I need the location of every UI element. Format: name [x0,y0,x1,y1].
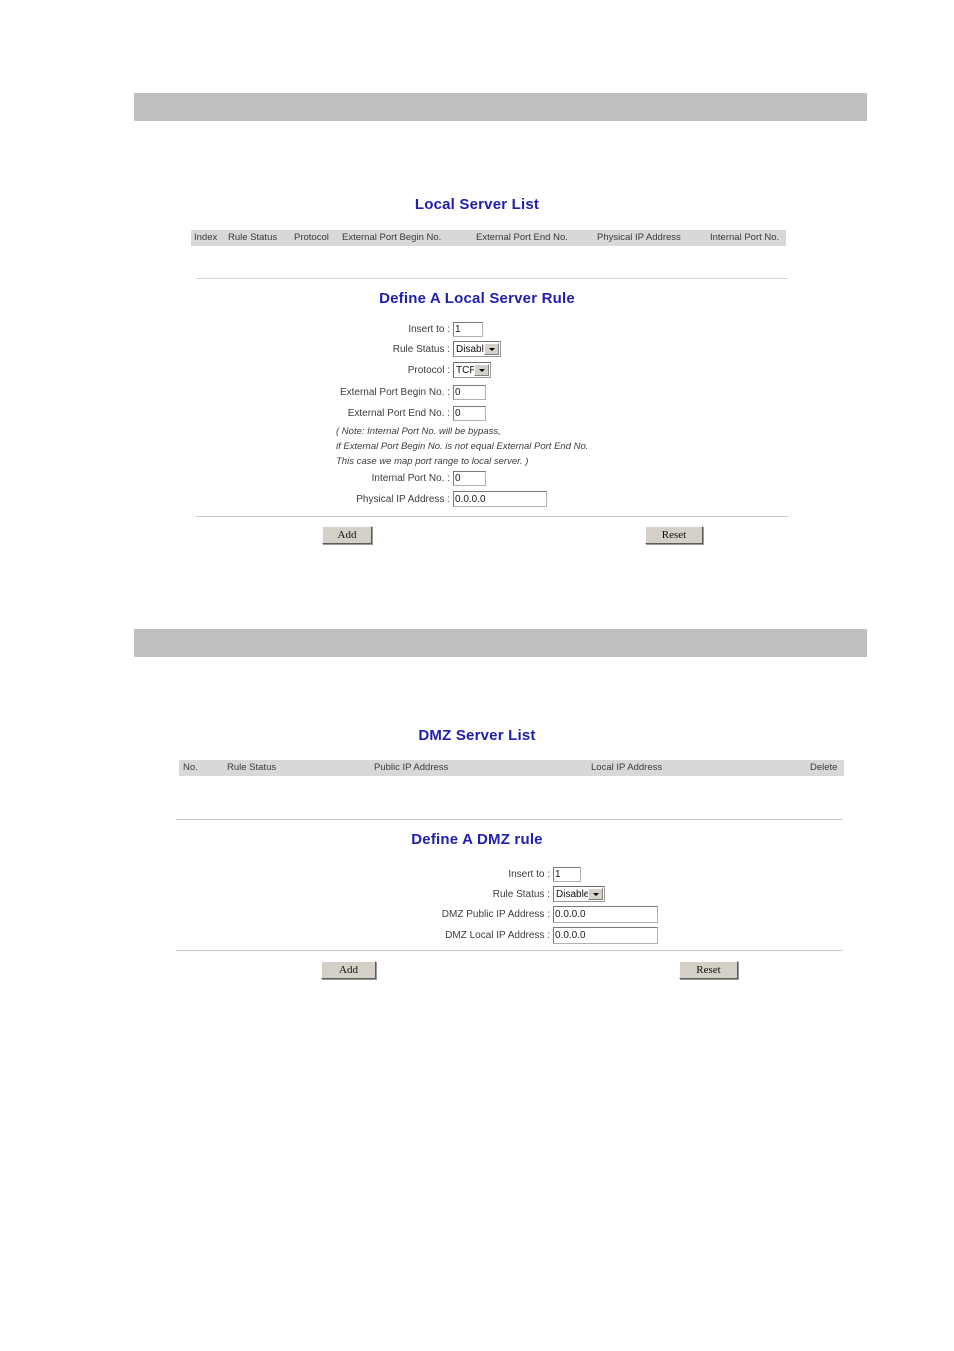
dmz-divider-top [176,819,842,820]
rule-status-select[interactable]: Disable [453,341,501,357]
column-header-rule-status: Rule Status [227,762,277,773]
local-server-table-header: Index Rule Status Protocol External Port… [191,230,786,246]
label-ext-port-end: External Port End No. : [347,407,450,419]
dmz-public-ip-input[interactable] [553,905,658,923]
label-physical-ip: Physical IP Address : [356,493,450,505]
local-server-divider-bottom [196,516,788,517]
internal-port-input[interactable] [453,470,486,486]
ext-port-begin-input[interactable] [453,384,486,400]
physical-ip-input[interactable] [453,491,547,507]
dmz-server-list-title: DMZ Server List [418,727,536,744]
note-line-1: ( Note: Internal Port No. will be bypass… [336,426,501,437]
column-header-protocol: Protocol [294,232,329,243]
column-header-no: No. [183,762,198,773]
column-header-local-ip: Local IP Address [591,762,663,773]
dmz-label-rule-status: Rule Status : [492,888,550,900]
dmz-field-row-local-ip: DMZ Local IP Address : [420,926,658,944]
dmz-reset-button[interactable]: Reset [679,961,738,979]
dmz-section-banner [134,629,867,657]
field-row-ext-port-end: External Port End No. : [330,405,486,421]
dmz-label-local-ip: DMZ Local IP Address : [445,929,550,941]
dmz-field-row-insert-to: Insert to : [420,866,581,882]
label-rule-status: Rule Status : [392,343,450,355]
dmz-divider-bottom [176,950,842,951]
note-line-2: if External Port Begin No. is not equal … [336,441,589,452]
column-header-rule-status: Rule Status [228,232,278,243]
field-row-rule-status: Rule Status : Disable [330,341,501,357]
top-section-banner [134,93,867,121]
field-row-insert-to: Insert to : [330,321,483,337]
column-header-public-ip: Public IP Address [374,762,449,773]
local-server-list-title: Local Server List [414,196,540,213]
column-header-physical-ip: Physical IP Address [597,232,681,243]
dmz-label-public-ip: DMZ Public IP Address : [441,908,550,920]
dmz-rule-status-select[interactable]: Disable [553,886,605,902]
column-header-delete: Delete [810,762,838,773]
column-header-ext-port-begin: External Port Begin No. [342,232,442,243]
label-insert-to: Insert to : [408,323,450,335]
ext-port-end-input[interactable] [453,405,486,421]
local-server-divider-top [196,278,788,279]
label-internal-port: Internal Port No. : [371,472,450,484]
local-server-add-button[interactable]: Add [322,526,372,544]
dmz-insert-to-input[interactable] [553,866,581,882]
protocol-selected-value: TCP [456,364,476,376]
dmz-field-row-rule-status: Rule Status : Disable [420,886,605,902]
insert-to-input[interactable] [453,321,483,337]
column-header-index: Index [194,232,218,243]
dmz-form-title: Define A DMZ rule [411,831,543,848]
internal-port-note: ( Note: Internal Port No. will be bypass… [336,424,588,469]
dmz-field-row-public-ip: DMZ Public IP Address : [420,905,658,923]
field-row-internal-port: Internal Port No. : [330,470,486,486]
local-server-reset-button[interactable]: Reset [645,526,703,544]
protocol-select[interactable]: TCP [453,362,491,378]
field-row-protocol: Protocol : TCP [330,362,491,378]
chevron-down-icon[interactable] [588,888,603,900]
label-ext-port-begin: External Port Begin No. : [339,386,450,398]
dmz-add-button[interactable]: Add [321,961,376,979]
dmz-rule-status-selected-value: Disable [556,888,590,900]
chevron-down-icon[interactable] [484,343,499,355]
dmz-table-header: No. Rule Status Public IP Address Local … [179,760,844,776]
field-row-physical-ip: Physical IP Address : [330,491,547,507]
note-line-3: This case we map port range to local ser… [336,456,529,467]
column-header-internal-port: Internal Port No. [710,232,780,243]
column-header-ext-port-end: External Port End No. [476,232,568,243]
label-protocol: Protocol : [407,364,450,376]
local-server-form-title: Define A Local Server Rule [379,290,575,307]
field-row-ext-port-begin: External Port Begin No. : [330,384,486,400]
dmz-local-ip-input[interactable] [553,926,658,944]
chevron-down-icon[interactable] [474,364,489,376]
dmz-label-insert-to: Insert to : [508,868,550,880]
